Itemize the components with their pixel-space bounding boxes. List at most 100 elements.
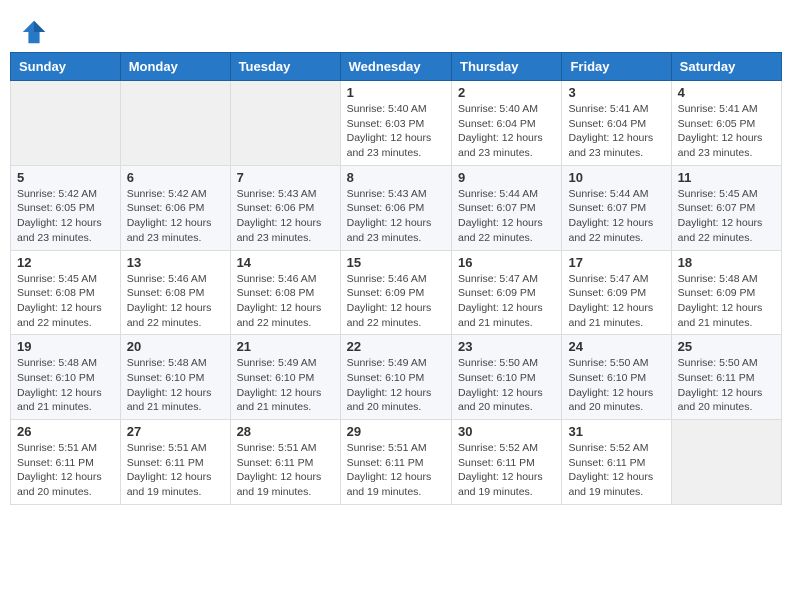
day-info: Sunrise: 5:48 AM Sunset: 6:09 PM Dayligh… [678,272,775,331]
calendar-cell: 23 Sunrise: 5:50 AM Sunset: 6:10 PM Dayli… [452,335,562,420]
calendar-cell [671,420,781,505]
day-number: 16 [458,255,555,270]
day-info: Sunrise: 5:49 AM Sunset: 6:10 PM Dayligh… [237,356,334,415]
calendar-cell: 27 Sunrise: 5:51 AM Sunset: 6:11 PM Dayli… [120,420,230,505]
calendar-cell [120,81,230,166]
calendar-cell: 29 Sunrise: 5:51 AM Sunset: 6:11 PM Dayli… [340,420,451,505]
day-info: Sunrise: 5:50 AM Sunset: 6:10 PM Dayligh… [568,356,664,415]
day-header-monday: Monday [120,53,230,81]
day-info: Sunrise: 5:44 AM Sunset: 6:07 PM Dayligh… [458,187,555,246]
day-number: 9 [458,170,555,185]
day-info: Sunrise: 5:48 AM Sunset: 6:10 PM Dayligh… [127,356,224,415]
day-number: 29 [347,424,445,439]
day-number: 23 [458,339,555,354]
day-info: Sunrise: 5:51 AM Sunset: 6:11 PM Dayligh… [347,441,445,500]
calendar-cell: 19 Sunrise: 5:48 AM Sunset: 6:10 PM Dayli… [11,335,121,420]
day-number: 21 [237,339,334,354]
day-info: Sunrise: 5:40 AM Sunset: 6:03 PM Dayligh… [347,102,445,161]
calendar-cell: 12 Sunrise: 5:45 AM Sunset: 6:08 PM Dayli… [11,250,121,335]
calendar-cell: 30 Sunrise: 5:52 AM Sunset: 6:11 PM Dayli… [452,420,562,505]
calendar-cell: 17Sunrise: 5:47 AM Sunset: 6:09 PM Dayli… [562,250,671,335]
day-info: Sunrise: 5:51 AM Sunset: 6:11 PM Dayligh… [127,441,224,500]
day-info: Sunrise: 5:40 AM Sunset: 6:04 PM Dayligh… [458,102,555,161]
day-number: 12 [17,255,114,270]
day-header-tuesday: Tuesday [230,53,340,81]
day-info: Sunrise: 5:43 AM Sunset: 6:06 PM Dayligh… [347,187,445,246]
day-info: Sunrise: 5:45 AM Sunset: 6:07 PM Dayligh… [678,187,775,246]
day-header-thursday: Thursday [452,53,562,81]
day-header-saturday: Saturday [671,53,781,81]
day-info: Sunrise: 5:47 AM Sunset: 6:09 PM Dayligh… [458,272,555,331]
day-info: Sunrise: 5:42 AM Sunset: 6:06 PM Dayligh… [127,187,224,246]
day-info: Sunrise: 5:50 AM Sunset: 6:10 PM Dayligh… [458,356,555,415]
calendar-cell: 31 Sunrise: 5:52 AM Sunset: 6:11 PM Dayli… [562,420,671,505]
calendar-cell: 21 Sunrise: 5:49 AM Sunset: 6:10 PM Dayli… [230,335,340,420]
calendar-cell: 16 Sunrise: 5:47 AM Sunset: 6:09 PM Dayli… [452,250,562,335]
day-header-sunday: Sunday [11,53,121,81]
calendar-week-row: 12 Sunrise: 5:45 AM Sunset: 6:08 PM Dayli… [11,250,782,335]
calendar-cell: 28 Sunrise: 5:51 AM Sunset: 6:11 PM Dayli… [230,420,340,505]
day-info: Sunrise: 5:46 AM Sunset: 6:09 PM Dayligh… [347,272,445,331]
day-number: 27 [127,424,224,439]
day-number: 2 [458,85,555,100]
day-number: 7 [237,170,334,185]
calendar-cell: 7Sunrise: 5:43 AM Sunset: 6:06 PM Daylig… [230,165,340,250]
day-number: 26 [17,424,114,439]
calendar-cell: 2 Sunrise: 5:40 AM Sunset: 6:04 PM Daylig… [452,81,562,166]
day-number: 14 [237,255,334,270]
day-number: 30 [458,424,555,439]
day-number: 13 [127,255,224,270]
day-info: Sunrise: 5:52 AM Sunset: 6:11 PM Dayligh… [568,441,664,500]
calendar-week-row: 19 Sunrise: 5:48 AM Sunset: 6:10 PM Dayli… [11,335,782,420]
day-number: 15 [347,255,445,270]
calendar-cell: 20Sunrise: 5:48 AM Sunset: 6:10 PM Dayli… [120,335,230,420]
day-number: 31 [568,424,664,439]
day-number: 11 [678,170,775,185]
day-header-wednesday: Wednesday [340,53,451,81]
calendar-cell: 8 Sunrise: 5:43 AM Sunset: 6:06 PM Daylig… [340,165,451,250]
day-info: Sunrise: 5:46 AM Sunset: 6:08 PM Dayligh… [127,272,224,331]
day-info: Sunrise: 5:51 AM Sunset: 6:11 PM Dayligh… [17,441,114,500]
calendar-cell: 13 Sunrise: 5:46 AM Sunset: 6:08 PM Dayli… [120,250,230,335]
day-info: Sunrise: 5:45 AM Sunset: 6:08 PM Dayligh… [17,272,114,331]
day-number: 3 [568,85,664,100]
calendar-cell [230,81,340,166]
day-number: 4 [678,85,775,100]
day-info: Sunrise: 5:51 AM Sunset: 6:11 PM Dayligh… [237,441,334,500]
day-info: Sunrise: 5:49 AM Sunset: 6:10 PM Dayligh… [347,356,445,415]
calendar-cell: 26 Sunrise: 5:51 AM Sunset: 6:11 PM Dayli… [11,420,121,505]
day-info: Sunrise: 5:48 AM Sunset: 6:10 PM Dayligh… [17,356,114,415]
day-info: Sunrise: 5:50 AM Sunset: 6:11 PM Dayligh… [678,356,775,415]
day-number: 28 [237,424,334,439]
calendar-cell: 10 Sunrise: 5:44 AM Sunset: 6:07 PM Dayli… [562,165,671,250]
calendar-cell: 25 Sunrise: 5:50 AM Sunset: 6:11 PM Dayli… [671,335,781,420]
day-info: Sunrise: 5:44 AM Sunset: 6:07 PM Dayligh… [568,187,664,246]
day-number: 1 [347,85,445,100]
day-number: 19 [17,339,114,354]
day-info: Sunrise: 5:41 AM Sunset: 6:04 PM Dayligh… [568,102,664,161]
calendar-cell: 15 Sunrise: 5:46 AM Sunset: 6:09 PM Dayli… [340,250,451,335]
calendar-week-row: 1 Sunrise: 5:40 AM Sunset: 6:03 PM Daylig… [11,81,782,166]
day-info: Sunrise: 5:46 AM Sunset: 6:08 PM Dayligh… [237,272,334,331]
page-header [10,10,782,52]
day-number: 6 [127,170,224,185]
day-number: 18 [678,255,775,270]
calendar-week-row: 26 Sunrise: 5:51 AM Sunset: 6:11 PM Dayli… [11,420,782,505]
day-info: Sunrise: 5:42 AM Sunset: 6:05 PM Dayligh… [17,187,114,246]
calendar-cell: 18 Sunrise: 5:48 AM Sunset: 6:09 PM Dayli… [671,250,781,335]
day-info: Sunrise: 5:52 AM Sunset: 6:11 PM Dayligh… [458,441,555,500]
day-number: 24 [568,339,664,354]
calendar-cell: 22Sunrise: 5:49 AM Sunset: 6:10 PM Dayli… [340,335,451,420]
calendar-week-row: 5Sunrise: 5:42 AM Sunset: 6:05 PM Daylig… [11,165,782,250]
day-header-friday: Friday [562,53,671,81]
calendar-cell: 4 Sunrise: 5:41 AM Sunset: 6:05 PM Daylig… [671,81,781,166]
calendar-cell: 11 Sunrise: 5:45 AM Sunset: 6:07 PM Dayli… [671,165,781,250]
day-number: 8 [347,170,445,185]
day-info: Sunrise: 5:41 AM Sunset: 6:05 PM Dayligh… [678,102,775,161]
day-number: 10 [568,170,664,185]
calendar-cell: 5Sunrise: 5:42 AM Sunset: 6:05 PM Daylig… [11,165,121,250]
calendar-cell: 14 Sunrise: 5:46 AM Sunset: 6:08 PM Dayli… [230,250,340,335]
logo [20,18,52,46]
calendar-cell: 1 Sunrise: 5:40 AM Sunset: 6:03 PM Daylig… [340,81,451,166]
day-number: 25 [678,339,775,354]
